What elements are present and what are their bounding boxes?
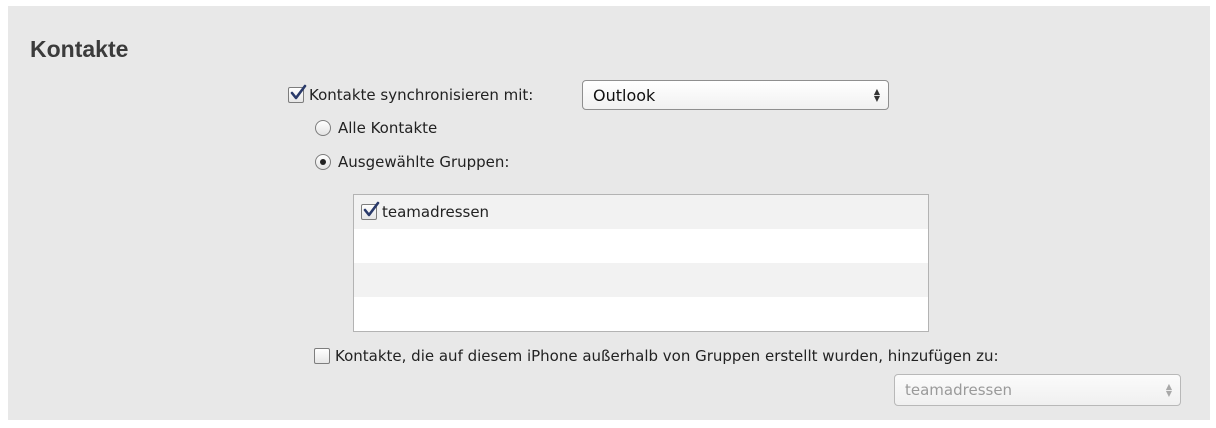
radio-all-contacts-row[interactable]: Alle Kontakte [315, 119, 437, 137]
add-outside-groups-label: Kontakte, die auf diesem iPhone außerhal… [335, 347, 999, 365]
contacts-panel: Kontakte Kontakte synchronisieren mit: O… [8, 6, 1210, 420]
list-item [354, 229, 928, 263]
group-label: teamadressen [382, 203, 490, 221]
updown-arrows-icon: ▲ ▼ [873, 87, 880, 103]
all-contacts-label: Alle Kontakte [338, 119, 438, 137]
add-outside-target-value: teamadressen [905, 381, 1013, 399]
sync-contacts-checkbox[interactable] [288, 84, 307, 103]
radio-selected-groups-row[interactable]: Ausgewählte Gruppen: [315, 153, 509, 171]
group-checkbox[interactable] [361, 201, 380, 220]
list-item[interactable]: teamadressen [354, 195, 928, 229]
updown-arrows-icon: ▲ ▼ [1165, 382, 1172, 398]
selected-groups-radio[interactable] [315, 154, 331, 170]
sync-contacts-label: Kontakte synchronisieren mit: [309, 86, 534, 104]
section-title: Kontakte [30, 36, 129, 62]
sync-contacts-row: Kontakte synchronisieren mit: [288, 84, 534, 104]
selected-groups-label: Ausgewählte Gruppen: [338, 153, 510, 171]
add-outside-groups-checkbox[interactable] [314, 348, 330, 364]
add-outside-groups-row: Kontakte, die auf diesem iPhone außerhal… [314, 347, 999, 365]
sync-source-select[interactable]: Outlook ▲ ▼ [582, 80, 889, 110]
all-contacts-radio[interactable] [315, 120, 331, 136]
add-outside-target-select[interactable]: teamadressen ▲ ▼ [894, 374, 1181, 406]
checkmark-icon [290, 84, 307, 100]
checkmark-icon [363, 201, 380, 217]
list-item [354, 263, 928, 297]
sync-source-value: Outlook [593, 85, 656, 105]
list-item [354, 297, 928, 331]
groups-list[interactable]: teamadressen [353, 194, 929, 332]
